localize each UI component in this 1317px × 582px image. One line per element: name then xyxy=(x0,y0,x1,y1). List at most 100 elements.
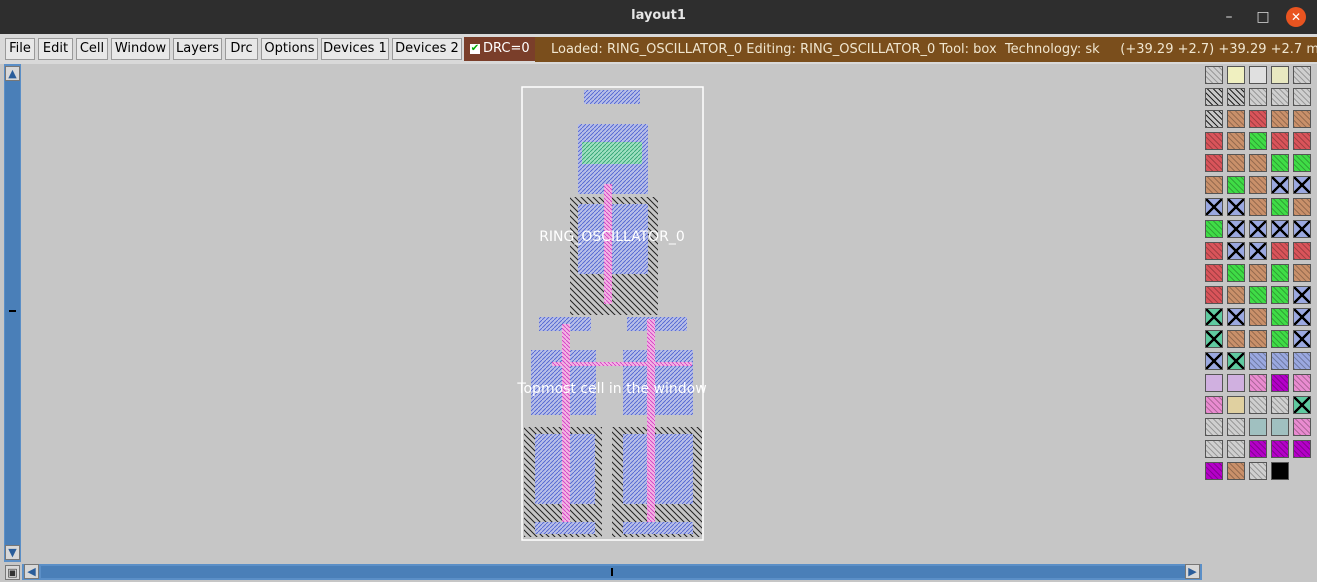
layer-swatch[interactable] xyxy=(1271,110,1289,128)
layer-swatch[interactable] xyxy=(1271,132,1289,150)
layer-swatch[interactable] xyxy=(1293,352,1311,370)
layer-swatch[interactable] xyxy=(1227,352,1245,370)
layer-swatch[interactable] xyxy=(1271,462,1289,480)
layer-swatch[interactable] xyxy=(1271,396,1289,414)
layer-swatch[interactable] xyxy=(1293,374,1311,392)
layer-swatch[interactable] xyxy=(1227,176,1245,194)
layer-swatch[interactable] xyxy=(1205,220,1223,238)
layer-swatch[interactable] xyxy=(1293,88,1311,106)
menu-devices-1[interactable]: Devices 1 xyxy=(321,38,389,60)
layer-swatch[interactable] xyxy=(1227,198,1245,216)
layer-swatch[interactable] xyxy=(1293,286,1311,304)
layer-swatch[interactable] xyxy=(1205,264,1223,282)
layer-swatch[interactable] xyxy=(1227,462,1245,480)
layer-swatch[interactable] xyxy=(1271,220,1289,238)
layer-swatch[interactable] xyxy=(1271,264,1289,282)
layer-swatch[interactable] xyxy=(1227,374,1245,392)
layer-swatch[interactable] xyxy=(1205,396,1223,414)
close-icon[interactable]: ✕ xyxy=(1286,7,1306,27)
layer-swatch[interactable] xyxy=(1271,440,1289,458)
maximize-icon[interactable]: □ xyxy=(1253,7,1273,27)
layer-swatch[interactable] xyxy=(1249,154,1267,172)
menu-layers[interactable]: Layers xyxy=(173,38,222,60)
layer-swatch[interactable] xyxy=(1227,132,1245,150)
horizontal-scroll-thumb[interactable] xyxy=(41,566,1186,578)
layer-swatch[interactable] xyxy=(1205,308,1223,326)
layer-swatch[interactable] xyxy=(1249,198,1267,216)
layer-swatch[interactable] xyxy=(1271,286,1289,304)
layer-swatch[interactable] xyxy=(1293,66,1311,84)
layer-swatch[interactable] xyxy=(1249,374,1267,392)
layer-swatch[interactable] xyxy=(1227,154,1245,172)
menu-file[interactable]: File xyxy=(5,38,35,60)
layer-swatch[interactable] xyxy=(1293,264,1311,282)
layer-swatch[interactable] xyxy=(1205,374,1223,392)
arrow-down-icon[interactable]: ▼ xyxy=(5,545,20,560)
layer-swatch[interactable] xyxy=(1227,418,1245,436)
layer-swatch[interactable] xyxy=(1249,132,1267,150)
layer-swatch[interactable] xyxy=(1271,176,1289,194)
layer-swatch[interactable] xyxy=(1205,176,1223,194)
menu-devices-2[interactable]: Devices 2 xyxy=(392,38,462,60)
layer-swatch[interactable] xyxy=(1293,154,1311,172)
layer-swatch[interactable] xyxy=(1205,462,1223,480)
layer-swatch[interactable] xyxy=(1249,440,1267,458)
layer-swatch[interactable] xyxy=(1227,308,1245,326)
layer-swatch[interactable] xyxy=(1293,110,1311,128)
layer-swatch[interactable] xyxy=(1249,396,1267,414)
layer-swatch[interactable] xyxy=(1271,66,1289,84)
layer-swatch[interactable] xyxy=(1227,286,1245,304)
layer-swatch[interactable] xyxy=(1227,88,1245,106)
layer-swatch[interactable] xyxy=(1227,264,1245,282)
layer-swatch[interactable] xyxy=(1249,176,1267,194)
layer-swatch[interactable] xyxy=(1271,154,1289,172)
layer-swatch[interactable] xyxy=(1205,440,1223,458)
menu-window[interactable]: Window xyxy=(111,38,170,60)
layer-swatch[interactable] xyxy=(1249,242,1267,260)
layer-swatch[interactable] xyxy=(1205,352,1223,370)
vertical-scroll-thumb[interactable] xyxy=(5,81,20,545)
layer-swatch[interactable] xyxy=(1249,286,1267,304)
layer-swatch[interactable] xyxy=(1227,66,1245,84)
layer-swatch[interactable] xyxy=(1205,132,1223,150)
layer-swatch[interactable] xyxy=(1227,110,1245,128)
layer-swatch[interactable] xyxy=(1205,88,1223,106)
layer-swatch[interactable] xyxy=(1271,352,1289,370)
layer-swatch[interactable] xyxy=(1249,220,1267,238)
layer-swatch[interactable] xyxy=(1249,352,1267,370)
layer-swatch[interactable] xyxy=(1249,330,1267,348)
menu-options[interactable]: Options xyxy=(261,38,318,60)
layer-swatch[interactable] xyxy=(1293,242,1311,260)
layer-swatch[interactable] xyxy=(1293,176,1311,194)
layer-swatch[interactable] xyxy=(1205,198,1223,216)
layer-swatch[interactable] xyxy=(1271,308,1289,326)
layer-swatch[interactable] xyxy=(1293,198,1311,216)
layer-swatch[interactable] xyxy=(1293,132,1311,150)
layer-swatch[interactable] xyxy=(1293,440,1311,458)
layer-swatch[interactable] xyxy=(1227,440,1245,458)
layer-swatch[interactable] xyxy=(1271,330,1289,348)
layer-swatch[interactable] xyxy=(1205,286,1223,304)
layer-swatch[interactable] xyxy=(1205,242,1223,260)
layer-swatch[interactable] xyxy=(1271,198,1289,216)
layer-swatch[interactable] xyxy=(1227,330,1245,348)
layer-swatch[interactable] xyxy=(1271,418,1289,436)
layer-swatch[interactable] xyxy=(1271,88,1289,106)
layer-swatch[interactable] xyxy=(1205,154,1223,172)
layer-swatch[interactable] xyxy=(1293,330,1311,348)
menu-cell[interactable]: Cell xyxy=(76,38,108,60)
layer-swatch[interactable] xyxy=(1271,242,1289,260)
layer-swatch[interactable] xyxy=(1271,374,1289,392)
layer-swatch[interactable] xyxy=(1293,220,1311,238)
layer-swatch[interactable] xyxy=(1249,308,1267,326)
corner-zoom-icon[interactable]: ▣ xyxy=(5,565,20,580)
layer-swatch[interactable] xyxy=(1205,330,1223,348)
menu-drc[interactable]: Drc xyxy=(225,38,258,60)
minimize-icon[interactable]: – xyxy=(1219,7,1239,27)
layer-swatch[interactable] xyxy=(1205,66,1223,84)
arrow-right-icon[interactable]: ▶ xyxy=(1185,564,1200,579)
menu-edit[interactable]: Edit xyxy=(38,38,73,60)
layer-swatch[interactable] xyxy=(1249,462,1267,480)
vertical-scrollbar[interactable]: ▲ ▼ xyxy=(4,64,21,562)
layer-swatch[interactable] xyxy=(1249,264,1267,282)
